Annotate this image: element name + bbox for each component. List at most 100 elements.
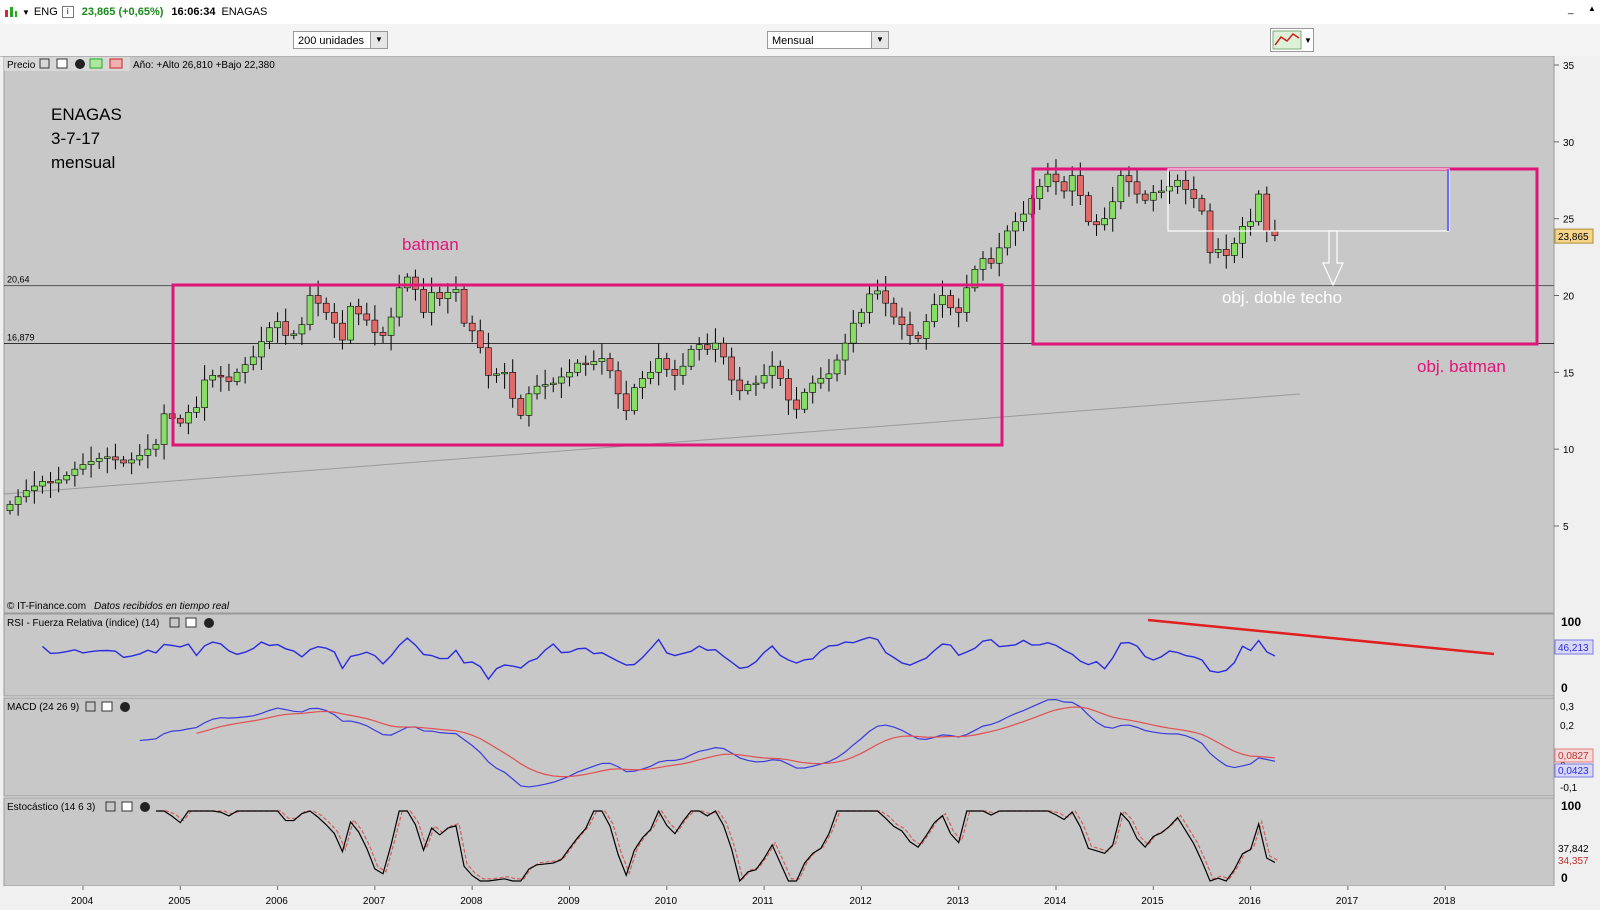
candle-up xyxy=(79,464,87,470)
candle-down xyxy=(947,295,954,309)
info-icon[interactable]: i xyxy=(61,6,74,18)
price-tick-label: 5 xyxy=(1563,522,1569,533)
candle-down xyxy=(914,335,922,339)
candle-up xyxy=(1036,186,1044,199)
candle-down xyxy=(355,305,362,315)
scroll-up-icon[interactable]: ▲ xyxy=(1588,4,1596,13)
candle-up xyxy=(849,322,857,344)
candle-down xyxy=(1190,189,1198,199)
period-select[interactable]: Mensual ▼ xyxy=(767,31,889,49)
macd-tick-label: 0,3 xyxy=(1560,702,1574,713)
close-icon[interactable] xyxy=(75,59,85,69)
candle-down xyxy=(322,302,330,313)
candle-down xyxy=(379,332,387,336)
window-icon[interactable] xyxy=(56,58,68,69)
candle-down xyxy=(509,372,517,399)
candle-down xyxy=(890,302,898,318)
candle-up xyxy=(144,448,152,456)
candle-up xyxy=(201,379,208,408)
rsi-label: RSI - Fuerza Relativa (índice) (14) xyxy=(7,618,159,629)
year-tick-label: 2006 xyxy=(266,896,289,907)
drawing-tools-icon: ▼ xyxy=(1272,30,1312,50)
candle-up xyxy=(39,481,46,487)
candle-up xyxy=(185,411,192,424)
macd-label: MACD (24 26 9) xyxy=(7,702,79,713)
candle-up xyxy=(1174,179,1181,187)
control-bar: 200 unidades ▼ Mensual ▼ xyxy=(0,24,1600,57)
candle-up xyxy=(290,333,298,336)
candle-up xyxy=(525,393,533,416)
year-tick-label: 2018 xyxy=(1433,896,1456,907)
chart-type-icon[interactable] xyxy=(4,5,18,19)
candle-up xyxy=(1255,193,1262,223)
close-icon[interactable] xyxy=(140,802,150,812)
price-tick-label: 30 xyxy=(1563,138,1575,149)
candle-up xyxy=(55,479,62,484)
candle-up xyxy=(274,321,281,329)
stoch-label: Estocástico (14 6 3) xyxy=(7,802,95,813)
remove-indicator-icon[interactable] xyxy=(109,58,123,69)
candle-down xyxy=(314,295,322,304)
candle-down xyxy=(1093,221,1100,226)
price-tick-label: 20 xyxy=(1563,292,1575,303)
candle-down xyxy=(1060,181,1068,192)
candle-up xyxy=(1149,192,1157,201)
macd-tick-label: -0,1 xyxy=(1560,783,1578,794)
window-icon[interactable] xyxy=(121,801,133,812)
window-icon[interactable] xyxy=(101,701,113,712)
candle-down xyxy=(614,370,622,395)
candle-up xyxy=(258,341,265,358)
price-change: 23,865 (+0,65%) xyxy=(81,6,164,18)
macd-tick-label: 0,2 xyxy=(1560,721,1574,732)
candle-up xyxy=(801,392,808,410)
candle-up xyxy=(866,293,873,313)
units-select[interactable]: 200 unidades ▼ xyxy=(293,31,388,49)
drawing-tools-button[interactable]: ▼ xyxy=(1270,28,1314,52)
candle-down xyxy=(728,356,735,381)
candle-up xyxy=(266,327,273,342)
candle-up xyxy=(760,375,768,384)
candle-down xyxy=(720,342,727,358)
units-select-value: 200 unidades xyxy=(298,35,365,47)
stoch-bottom-tick: 0 xyxy=(1561,871,1568,885)
candle-up xyxy=(541,384,549,387)
candle-up xyxy=(639,378,646,389)
chart-area[interactable]: 5 10 15 20 25 30 35 2004 2005 2006 2007 2008 2009 20… xyxy=(0,56,1600,910)
stoch-d-value: 34,357 xyxy=(1558,856,1589,867)
candle-up xyxy=(298,324,306,335)
chevron-down-icon[interactable]: ▼ xyxy=(370,32,387,48)
realtime-note: Datos recibidos en tiempo real xyxy=(94,601,230,612)
rsi-bottom-tick: 0 xyxy=(1561,681,1568,695)
candle-down xyxy=(1198,198,1206,212)
candle-down xyxy=(1052,173,1060,183)
candle-up xyxy=(193,407,200,413)
candle-down xyxy=(460,289,468,324)
candle-up xyxy=(841,342,849,361)
candle-down xyxy=(1085,195,1092,223)
candle-down xyxy=(882,290,890,304)
svg-text:▼: ▼ xyxy=(1304,36,1312,45)
candle-up xyxy=(152,444,160,450)
candle-up xyxy=(14,496,22,505)
close-icon[interactable] xyxy=(120,702,130,712)
quote-time: 16:06:34 xyxy=(171,6,216,18)
window-icon[interactable] xyxy=(185,617,197,628)
candle-up xyxy=(128,459,135,464)
minimize-button[interactable]: _ xyxy=(1568,4,1574,15)
dropdown-arrow-icon[interactable]: ▼ xyxy=(22,8,30,17)
instrument-name: ENAGAS xyxy=(221,6,268,18)
candle-down xyxy=(906,324,914,336)
candle-up xyxy=(558,376,565,384)
add-indicator-icon[interactable] xyxy=(89,58,103,69)
candle-down xyxy=(1271,230,1279,236)
candle-down xyxy=(606,358,614,372)
candle-up xyxy=(306,295,314,325)
candle-up xyxy=(712,342,719,350)
candle-up xyxy=(922,321,930,339)
candle-down xyxy=(339,322,346,341)
chevron-down-icon[interactable]: ▼ xyxy=(871,32,888,48)
candle-up xyxy=(136,455,144,461)
candle-up xyxy=(241,364,249,373)
candle-up xyxy=(1012,221,1019,232)
close-icon[interactable] xyxy=(204,618,214,628)
